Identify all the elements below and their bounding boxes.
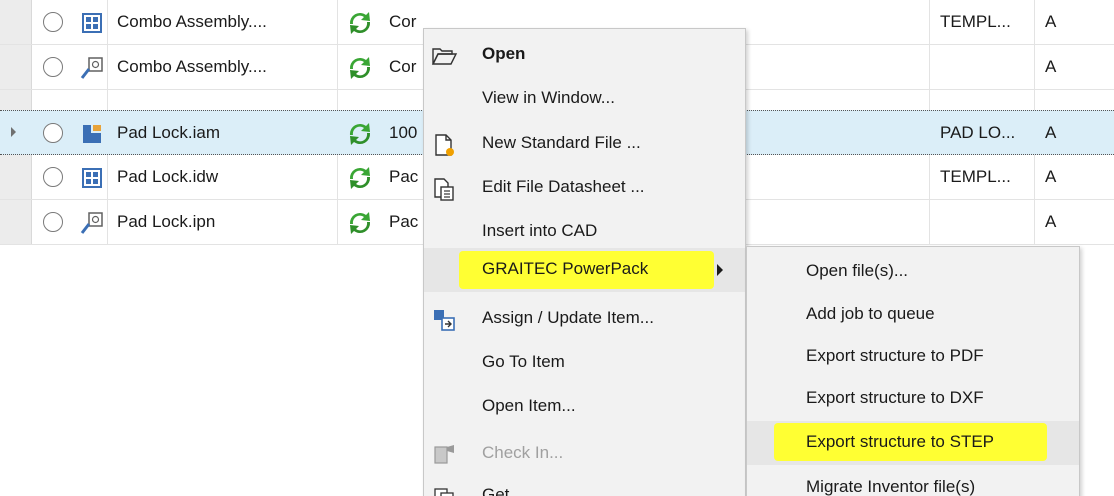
file-revision: A xyxy=(1045,123,1057,142)
file-revision: A xyxy=(1045,12,1057,31)
menu-item-label: Open Item... xyxy=(482,396,576,415)
file-status: 100 xyxy=(389,123,418,142)
file-template: TEMPL... xyxy=(940,167,1011,186)
menu-item-go-to-item[interactable]: Go To Item xyxy=(424,341,745,385)
drawing-icon xyxy=(82,13,102,33)
menu-item-check-in[interactable]: Check In... xyxy=(424,432,745,476)
new-file-icon xyxy=(435,134,454,156)
datasheet-icon xyxy=(434,178,454,201)
file-revision: A xyxy=(1045,212,1057,231)
submenu-arrow-icon xyxy=(717,264,723,276)
context-menu: Open View in Window... New Standard File… xyxy=(423,28,746,496)
presentation-icon xyxy=(80,57,103,79)
row-radio[interactable] xyxy=(43,57,63,77)
menu-item-open-item[interactable]: Open Item... xyxy=(424,385,745,429)
file-status: Cor xyxy=(389,12,417,31)
recycle-icon xyxy=(349,123,371,145)
submenu-item-label: Migrate Inventor file(s) xyxy=(806,477,976,496)
file-status: Pac xyxy=(389,167,419,186)
powerpack-submenu: Open file(s)... Add job to queue Export … xyxy=(746,246,1080,496)
file-revision: A xyxy=(1045,167,1057,186)
row-radio[interactable] xyxy=(43,167,63,187)
menu-item-get[interactable]: Get... xyxy=(424,474,745,496)
menu-item-label: Check In... xyxy=(482,443,564,462)
menu-item-label: View in Window... xyxy=(482,88,615,107)
menu-item-label: Get... xyxy=(482,485,524,496)
submenu-item-open-files[interactable]: Open file(s)... xyxy=(747,250,1079,294)
recycle-icon xyxy=(349,167,371,189)
file-name[interactable]: Pad Lock.ipn xyxy=(117,212,215,232)
submenu-item-export-dxf[interactable]: Export structure to DXF xyxy=(747,377,1079,421)
submenu-item-label: Export structure to PDF xyxy=(806,346,984,365)
current-row-marker-icon xyxy=(11,127,16,137)
get-icon xyxy=(434,488,454,496)
file-revision: A xyxy=(1045,57,1057,76)
submenu-item-export-pdf[interactable]: Export structure to PDF xyxy=(747,335,1079,379)
submenu-item-label: Open file(s)... xyxy=(806,261,909,280)
row-radio[interactable] xyxy=(43,123,63,143)
file-name[interactable]: Combo Assembly.... xyxy=(117,12,267,32)
assign-item-icon xyxy=(434,310,455,331)
menu-item-label: New Standard File ... xyxy=(482,133,641,152)
check-in-icon xyxy=(434,445,454,464)
menu-item-open[interactable]: Open xyxy=(424,33,745,77)
file-status: Pac xyxy=(389,212,419,231)
submenu-item-export-step[interactable]: Export structure to STEP xyxy=(747,421,1079,465)
assembly-icon xyxy=(83,125,101,143)
menu-item-graitec-powerpack[interactable]: GRAITEC PowerPack xyxy=(424,248,745,292)
row-radio[interactable] xyxy=(43,212,63,232)
menu-item-view-in-window[interactable]: View in Window... xyxy=(424,77,745,121)
menu-item-label: Go To Item xyxy=(482,352,565,371)
submenu-item-add-job-to-queue[interactable]: Add job to queue xyxy=(747,293,1079,337)
menu-item-label: GRAITEC PowerPack xyxy=(482,259,649,278)
menu-item-label: Edit File Datasheet ... xyxy=(482,177,645,196)
menu-item-edit-file-datasheet[interactable]: Edit File Datasheet ... xyxy=(424,166,745,210)
file-template: TEMPL... xyxy=(940,12,1011,31)
drawing-icon xyxy=(82,168,102,188)
menu-item-new-standard-file[interactable]: New Standard File ... xyxy=(424,122,745,166)
menu-item-label: Open xyxy=(482,44,526,63)
recycle-icon xyxy=(349,57,371,79)
menu-item-assign-update-item[interactable]: Assign / Update Item... xyxy=(424,297,745,341)
file-name[interactable]: Pad Lock.iam xyxy=(117,123,220,143)
file-name[interactable]: Pad Lock.idw xyxy=(117,167,218,187)
row-radio[interactable] xyxy=(43,12,63,32)
menu-item-label: Assign / Update Item... xyxy=(482,308,654,327)
submenu-item-migrate-inventor-files[interactable]: Migrate Inventor file(s) xyxy=(747,466,1079,496)
presentation-icon xyxy=(80,212,103,234)
file-name[interactable]: Combo Assembly.... xyxy=(117,57,267,77)
submenu-item-label: Add job to queue xyxy=(806,304,935,323)
file-template: PAD LO... xyxy=(940,123,1016,142)
menu-item-label: Insert into CAD xyxy=(482,221,598,240)
file-status: Cor xyxy=(389,57,417,76)
recycle-icon xyxy=(349,12,371,34)
recycle-icon xyxy=(349,212,371,234)
submenu-item-label: Export structure to STEP xyxy=(806,432,995,451)
submenu-item-label: Export structure to DXF xyxy=(806,388,984,407)
folder-open-icon xyxy=(431,48,458,65)
